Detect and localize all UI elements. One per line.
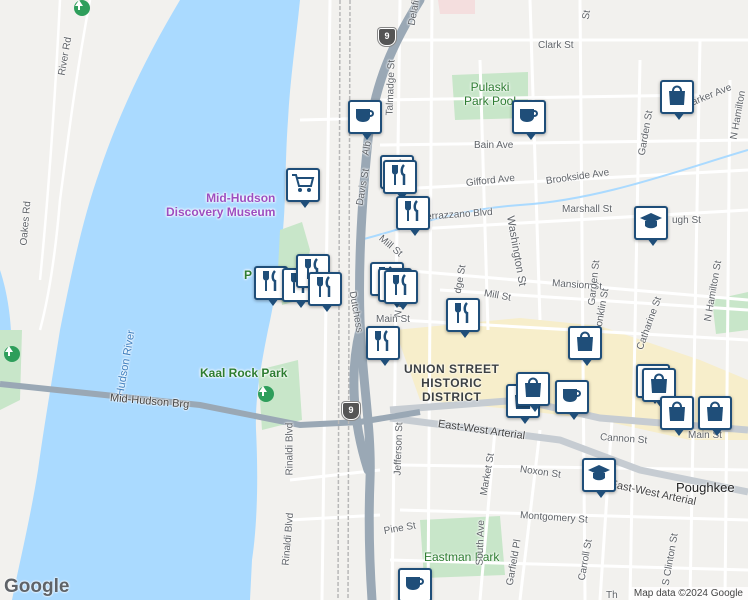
school-icon xyxy=(587,463,611,488)
restaurant-icon xyxy=(453,301,473,329)
coffee-icon xyxy=(518,106,540,129)
map-marker-coffee[interactable] xyxy=(348,100,382,140)
park-icon-north[interactable] xyxy=(74,0,90,16)
restaurant-icon xyxy=(261,269,281,297)
map-marker-restaurant[interactable] xyxy=(383,160,417,200)
shopping-cart-icon xyxy=(291,173,315,198)
shopping-bag-icon xyxy=(649,372,669,399)
map-marker-restaurant[interactable] xyxy=(396,196,430,236)
pulaski-park-pool-label[interactable]: Pulaski Park Pool xyxy=(464,80,516,108)
coffee-icon xyxy=(404,574,426,597)
map-marker-school[interactable] xyxy=(582,458,616,498)
street-label: South Ave xyxy=(474,519,488,566)
district-label: UNION STREET HISTORIC DISTRICT xyxy=(404,362,500,404)
map-marker-shopping-cart[interactable] xyxy=(286,168,320,208)
restaurant-icon xyxy=(373,329,393,357)
street-label: Bain Ave xyxy=(474,140,514,151)
map-base xyxy=(0,0,748,600)
school-icon xyxy=(639,211,663,236)
google-logo: Google xyxy=(4,576,70,597)
map-marker-restaurant[interactable] xyxy=(446,298,480,338)
map-marker-shopping-bag[interactable] xyxy=(698,396,732,436)
street-label: ugh St xyxy=(672,215,701,226)
shopping-bag-icon xyxy=(575,330,595,357)
street-label: Talmadge St xyxy=(384,59,398,116)
street-label: Rinaldi Blvd xyxy=(284,422,296,476)
shopping-bag-icon xyxy=(523,376,543,403)
map-marker-restaurant[interactable] xyxy=(366,326,400,366)
restaurant-icon xyxy=(390,163,410,191)
kaal-rock-park-label[interactable]: Kaal Rock Park xyxy=(200,366,287,380)
map-marker-shopping-bag[interactable] xyxy=(660,80,694,120)
restaurant-icon xyxy=(391,273,411,301)
shopping-bag-icon xyxy=(705,400,725,427)
restaurant-icon xyxy=(403,199,423,227)
street-label: Clark St xyxy=(538,40,574,51)
map-marker-shopping-bag[interactable] xyxy=(516,372,550,412)
map-marker-coffee[interactable] xyxy=(555,380,589,420)
city-label: Poughkee xyxy=(676,480,735,495)
coffee-icon xyxy=(561,386,583,409)
map-marker-coffee[interactable] xyxy=(512,100,546,140)
map-marker-shopping-bag[interactable] xyxy=(568,326,602,366)
street-label: Th xyxy=(606,590,618,600)
p-partial-label: P xyxy=(244,268,253,282)
coffee-icon xyxy=(354,106,376,129)
us-route-shield: 9 xyxy=(342,402,360,420)
map-marker-coffee[interactable] xyxy=(398,568,432,600)
shopping-bag-icon xyxy=(667,84,687,111)
shopping-bag-icon xyxy=(667,400,687,427)
street-label: Jefferson St xyxy=(392,422,406,476)
street-label: St xyxy=(580,9,594,21)
map-marker-restaurant[interactable] xyxy=(384,270,418,310)
street-label: Marshall St xyxy=(562,204,613,215)
map-marker-restaurant[interactable] xyxy=(308,272,342,312)
park-icon-kaal[interactable] xyxy=(258,386,274,402)
restaurant-icon xyxy=(315,275,335,303)
map-marker-shopping-bag[interactable] xyxy=(660,396,694,436)
eastman-park-label[interactable]: Eastman Park xyxy=(424,550,499,564)
park-icon-west[interactable] xyxy=(4,346,20,362)
us-route-shield: 9 xyxy=(378,28,396,46)
map-marker-school[interactable] xyxy=(634,206,668,246)
museum-label[interactable]: Mid-Hudson Discovery Museum xyxy=(166,191,275,219)
street-label: Main St xyxy=(376,314,410,325)
map-canvas[interactable]: Hudson River Mid-Hudson Discovery Museum… xyxy=(0,0,748,600)
map-attribution[interactable]: Map data ©2024 Google xyxy=(628,587,748,600)
